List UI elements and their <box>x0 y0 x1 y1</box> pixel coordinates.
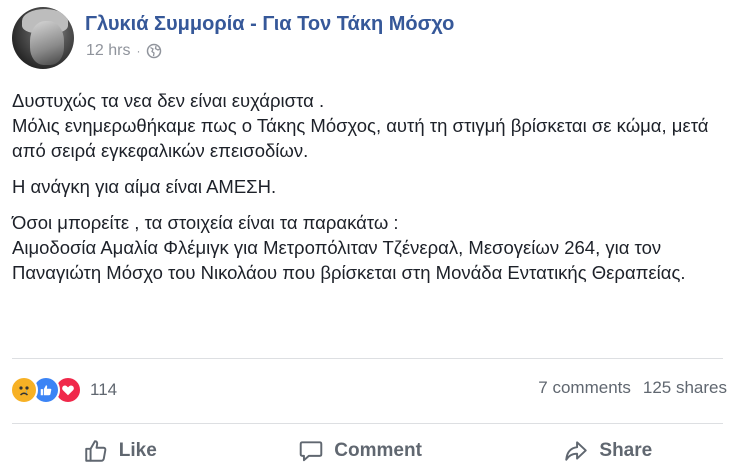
meta-separator: · <box>136 44 141 58</box>
reaction-count[interactable]: 114 <box>90 380 117 400</box>
speech-bubble-icon <box>298 438 324 464</box>
reactions-summary[interactable]: 114 <box>10 376 117 404</box>
like-button[interactable]: Like <box>83 438 157 464</box>
post-paragraph: Όσοι μπορείτε , τα στοιχεία είναι τα παρ… <box>12 212 686 283</box>
actions-top-divider <box>12 423 723 424</box>
comments-count-link[interactable]: 7 comments <box>538 378 631 398</box>
page-name-link[interactable]: Γλυκιά Συμμορία - Για Τον Τάκη Μόσχο <box>85 13 454 36</box>
post-body: Δυστυχώς τα νεα δεν είναι ευχάριστα . Μό… <box>12 88 722 296</box>
like-label: Like <box>118 440 157 461</box>
share-button[interactable]: Share <box>563 438 652 464</box>
avatar-face <box>30 21 64 65</box>
share-arrow-icon <box>563 438 589 464</box>
post-paragraph: Η ανάγκη για αίμα είναι ΑΜΕΣΗ. <box>12 176 277 197</box>
post-paragraph: Δυστυχώς τα νεα δεν είναι ευχάριστα . Μό… <box>12 90 709 161</box>
comment-label: Comment <box>334 440 422 461</box>
post-meta: 12 hrs · <box>86 42 162 60</box>
post-time[interactable]: 12 hrs <box>86 42 130 60</box>
post-actions-bar: Like Comment Share <box>12 429 723 473</box>
sad-icon <box>10 376 38 404</box>
page-avatar[interactable] <box>12 7 74 69</box>
engagement-counts: 7 comments 125 shares <box>538 378 727 398</box>
stats-top-divider <box>12 358 723 359</box>
shares-count-link[interactable]: 125 shares <box>643 378 727 398</box>
thumbs-up-icon <box>83 438 109 464</box>
comment-button[interactable]: Comment <box>298 438 422 464</box>
share-label: Share <box>599 440 653 461</box>
globe-icon[interactable] <box>146 43 162 59</box>
